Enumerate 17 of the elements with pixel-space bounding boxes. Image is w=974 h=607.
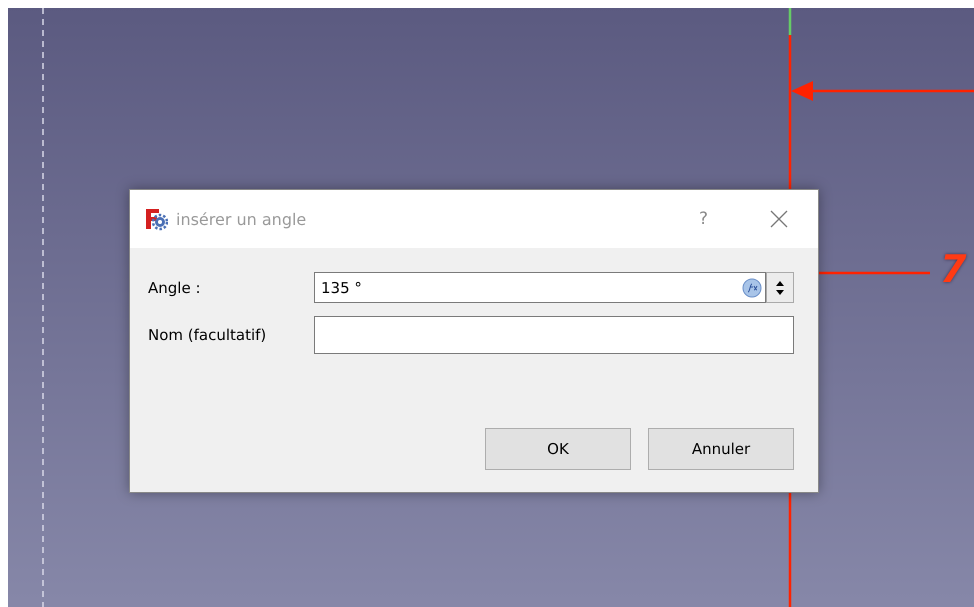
dialog-button[interactable]: Annuler bbox=[648, 428, 794, 470]
down-arrow-icon bbox=[774, 288, 786, 296]
field-label: Nom (facultatif) bbox=[148, 326, 268, 344]
axis-line bbox=[788, 8, 792, 35]
field-label: Angle : bbox=[148, 278, 202, 296]
window-title: insérer un angle bbox=[176, 210, 308, 228]
dialog-button[interactable]: OK bbox=[485, 428, 631, 470]
angle-input-field[interactable]: 135 ° bbox=[314, 272, 766, 303]
close-icon bbox=[770, 210, 788, 228]
up-arrow-icon bbox=[774, 278, 786, 286]
help-button[interactable]: ? bbox=[690, 205, 716, 233]
field-value: 135 ° bbox=[321, 278, 362, 296]
app-logo-icon bbox=[144, 207, 168, 231]
dimension-value: 7 bbox=[940, 250, 966, 288]
name-input-field[interactable] bbox=[314, 316, 794, 354]
spin-buttons[interactable] bbox=[766, 272, 794, 303]
expression-icon[interactable] bbox=[742, 278, 762, 298]
